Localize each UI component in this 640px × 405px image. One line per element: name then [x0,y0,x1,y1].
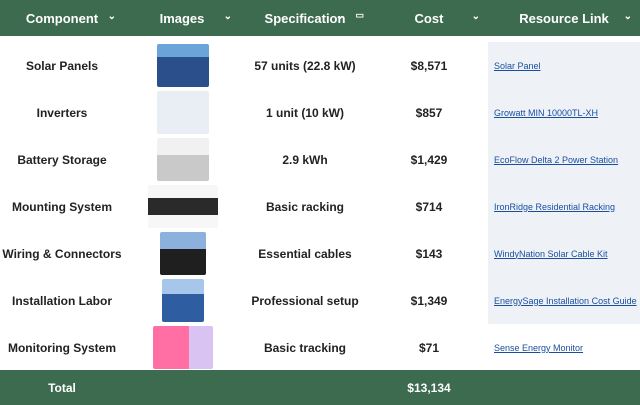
cost-cell: $143 [415,246,443,261]
header-cost-label: Cost [414,10,444,26]
cost-cell: $714 [415,199,443,214]
component-cell: Battery Storage [17,152,107,167]
table-row: Monitoring System Basic tracking $71 Sen… [0,324,640,372]
component-cell: Inverters [36,105,88,120]
table-row: Solar Panels 57 units (22.8 kW) $8,571 S… [0,42,640,90]
header-component-label: Component [25,10,99,26]
resource-link-cell: WindyNation Solar Cable Kit [488,230,640,277]
mounting-photo [148,185,218,228]
chevron-down-icon[interactable]: ⌄ [624,11,632,22]
table-row: Mounting System Basic racking $714 IronR… [0,183,640,231]
spec-cell: 2.9 kWh [282,152,328,167]
resource-link-cell: Solar Panel [488,42,640,89]
resource-link-cell: EcoFlow Delta 2 Power Station [488,136,640,183]
table-row: Battery Storage 2.9 kWh $1,429 EcoFlow D… [0,136,640,184]
cost-cell: $1,349 [410,293,448,308]
table-row: Inverters 1 unit (10 kW) $857 Growatt MI… [0,89,640,137]
header-resource-link-label: Resource Link [519,10,609,26]
resource-link[interactable]: EcoFlow Delta 2 Power Station [494,155,618,165]
component-cell: Wiring & Connectors [2,246,122,261]
resource-link[interactable]: EnergySage Installation Cost Guide [494,296,637,306]
cost-cell: $857 [415,105,443,120]
resource-link[interactable]: Sense Energy Monitor [494,343,583,353]
installation-photo [162,279,204,322]
component-cell: Solar Panels [25,58,99,73]
resource-link[interactable]: WindyNation Solar Cable Kit [494,249,608,259]
filter-icon[interactable]: ▭ [355,10,364,21]
spec-cell: 57 units (22.8 kW) [254,58,356,73]
inverter-photo [157,91,209,134]
spec-cell: Basic racking [265,199,345,214]
resource-link[interactable]: IronRidge Residential Racking [494,202,615,212]
chevron-down-icon[interactable]: ⌄ [224,11,232,22]
header-images-label: Images [159,10,205,26]
spec-cell: 1 unit (10 kW) [265,105,344,120]
component-cell: Installation Labor [11,293,112,308]
resource-link[interactable]: Growatt MIN 10000TL-XH [494,108,598,118]
monitor-photo [153,326,213,369]
spec-cell: Professional setup [251,293,359,308]
component-cell: Monitoring System [7,340,116,355]
resource-link-cell: Growatt MIN 10000TL-XH [488,89,640,136]
resource-link-cell: IronRidge Residential Racking [488,183,640,230]
total-label: Total [48,380,76,395]
table-row: Wiring & Connectors Essential cables $14… [0,230,640,278]
cost-cell: $71 [418,340,440,355]
cost-cell: $1,429 [410,152,448,167]
spec-cell: Essential cables [258,246,352,261]
header-cost[interactable]: Cost ⌄ [370,0,488,36]
total-value: $13,134 [407,380,451,395]
table-header: Component ⌄ Images ⌄ Specification ⌄ ▭ C… [0,0,640,36]
table-footer: Total $13,134 [0,370,640,405]
solar-panel-photo [157,44,209,87]
resource-link-cell: EnergySage Installation Cost Guide [488,277,640,324]
chevron-down-icon[interactable]: ⌄ [108,11,116,22]
header-component[interactable]: Component ⌄ [0,0,124,36]
header-specification[interactable]: Specification ⌄ ▭ [240,0,370,36]
component-cell: Mounting System [11,199,112,214]
resource-link-cell: Sense Energy Monitor [488,324,640,371]
table-row: Installation Labor Professional setup $1… [0,277,640,325]
battery-photo [157,138,209,181]
cost-cell: $8,571 [410,58,448,73]
chevron-down-icon[interactable]: ⌄ [472,11,480,22]
component-table: Component ⌄ Images ⌄ Specification ⌄ ▭ C… [0,0,640,405]
spec-cell: Basic tracking [263,340,347,355]
header-specification-label: Specification [264,10,346,26]
resource-link[interactable]: Solar Panel [494,61,541,71]
header-images[interactable]: Images ⌄ [124,0,240,36]
chevron-down-icon[interactable]: ⌄ [336,11,344,22]
header-resource-link[interactable]: Resource Link ⌄ [488,0,640,36]
wiring-photo [160,232,206,275]
